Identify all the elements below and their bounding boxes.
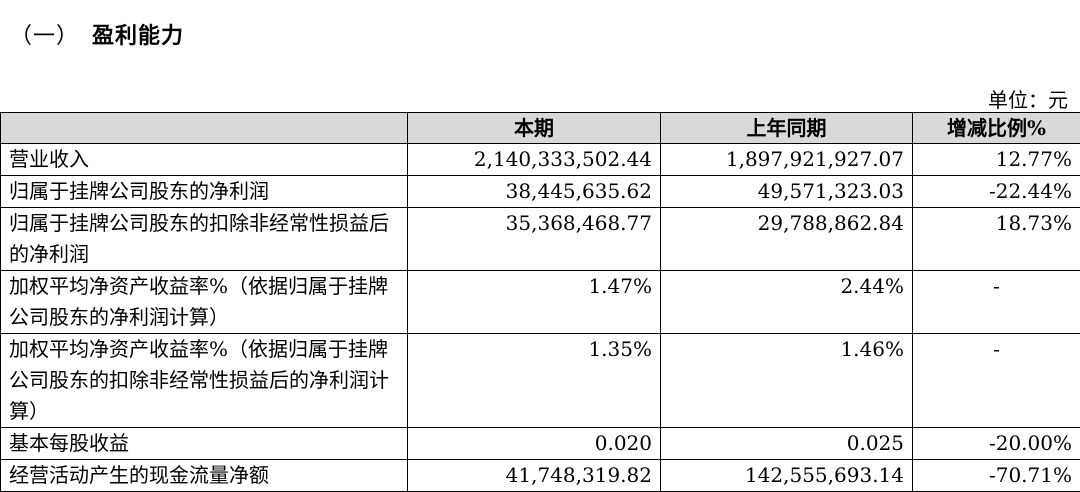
change-value: 18.73% [913, 208, 1080, 271]
header-previous-period: 上年同期 [661, 113, 913, 144]
previous-value: 142,555,693.14 [661, 460, 913, 492]
row-label: 加权平均净资产收益率%（依据归属于挂牌公司股东的扣除非经常性损益后的净利润计算） [1, 334, 408, 428]
previous-value: 1.46% [661, 334, 913, 428]
section-number: （一） [10, 18, 92, 50]
previous-value: 1,897,921,927.07 [661, 144, 913, 176]
table-row: 加权平均净资产收益率%（依据归属于挂牌公司股东的净利润计算） 1.47% 2.4… [1, 271, 1080, 334]
row-label: 营业收入 [1, 144, 408, 176]
table-row: 营业收入 2,140,333,502.44 1,897,921,927.07 1… [1, 144, 1080, 176]
header-change-ratio: 增减比例% [913, 113, 1080, 144]
row-label: 经营活动产生的现金流量净额 [1, 460, 408, 492]
profitability-table: 本期 上年同期 增减比例% 营业收入 2,140,333,502.44 1,89… [0, 112, 1080, 492]
change-value: - [913, 334, 1080, 428]
change-value: -70.71% [913, 460, 1080, 492]
table-row: 归属于挂牌公司股东的扣除非经常性损益后的净利润 35,368,468.77 29… [1, 208, 1080, 271]
section-heading: （一）盈利能力 [10, 18, 184, 50]
header-current-period: 本期 [408, 113, 661, 144]
table-row: 基本每股收益 0.020 0.025 -20.00% [1, 428, 1080, 460]
current-value: 1.35% [408, 334, 661, 428]
previous-value: 2.44% [661, 271, 913, 334]
table-header-row: 本期 上年同期 增减比例% [1, 113, 1080, 144]
change-value: - [913, 271, 1080, 334]
row-label: 加权平均净资产收益率%（依据归属于挂牌公司股东的净利润计算） [1, 271, 408, 334]
current-value: 35,368,468.77 [408, 208, 661, 271]
section-title: 盈利能力 [92, 23, 184, 49]
current-value: 38,445,635.62 [408, 176, 661, 208]
previous-value: 0.025 [661, 428, 913, 460]
change-value: -22.44% [913, 176, 1080, 208]
previous-value: 29,788,862.84 [661, 208, 913, 271]
unit-label: 单位：元 [988, 84, 1068, 113]
previous-value: 49,571,323.03 [661, 176, 913, 208]
table-row: 经营活动产生的现金流量净额 41,748,319.82 142,555,693.… [1, 460, 1080, 492]
table-row: 加权平均净资产收益率%（依据归属于挂牌公司股东的扣除非经常性损益后的净利润计算）… [1, 334, 1080, 428]
current-value: 1.47% [408, 271, 661, 334]
change-value: -20.00% [913, 428, 1080, 460]
current-value: 2,140,333,502.44 [408, 144, 661, 176]
current-value: 0.020 [408, 428, 661, 460]
change-value: 12.77% [913, 144, 1080, 176]
row-label: 归属于挂牌公司股东的扣除非经常性损益后的净利润 [1, 208, 408, 271]
header-item [1, 113, 408, 144]
row-label: 基本每股收益 [1, 428, 408, 460]
current-value: 41,748,319.82 [408, 460, 661, 492]
table-row: 归属于挂牌公司股东的净利润 38,445,635.62 49,571,323.0… [1, 176, 1080, 208]
row-label: 归属于挂牌公司股东的净利润 [1, 176, 408, 208]
